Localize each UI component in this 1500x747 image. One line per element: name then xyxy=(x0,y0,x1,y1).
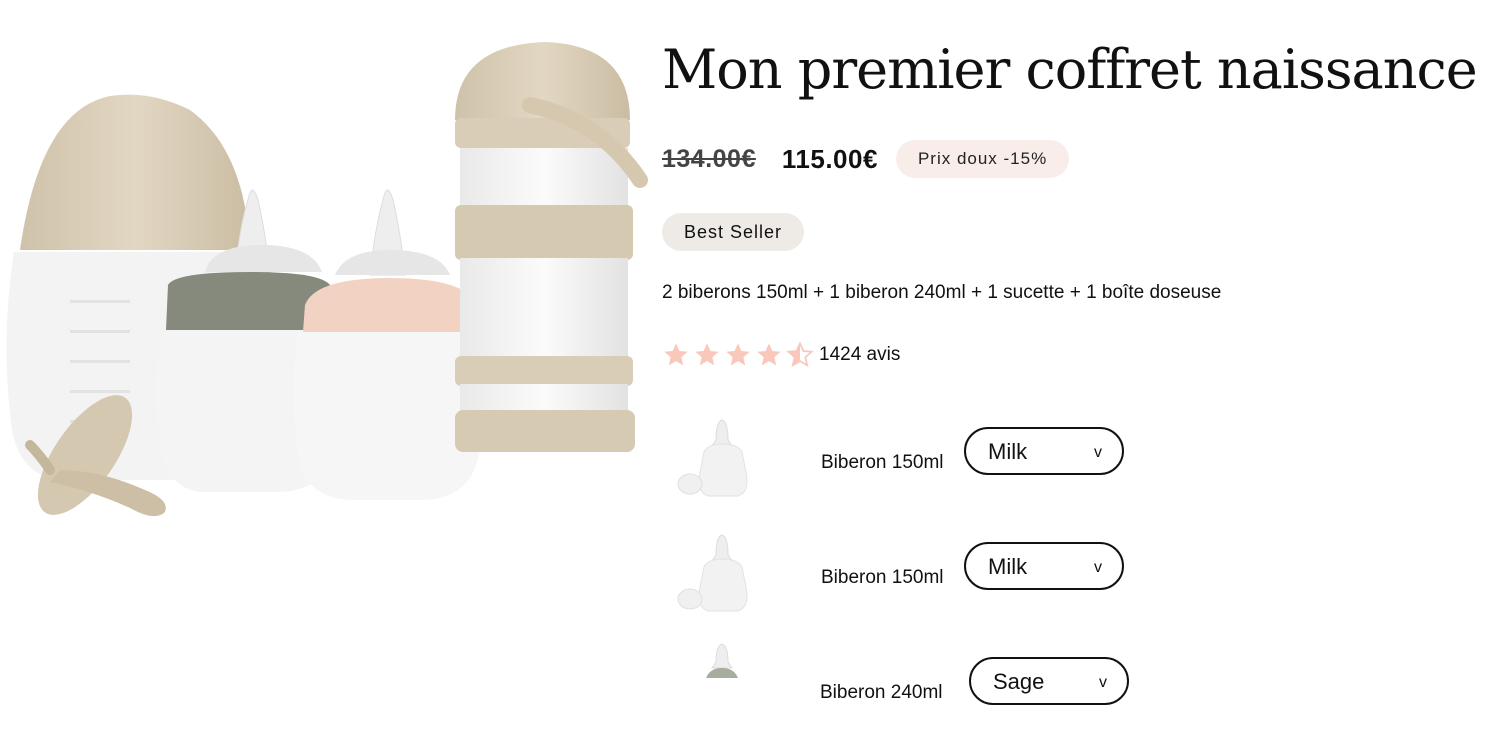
rating[interactable]: 1424 avis xyxy=(662,340,900,370)
formula-dispenser-sand xyxy=(455,42,648,452)
variant-label: Biberon 150ml xyxy=(821,452,944,473)
best-seller-badge: Best Seller xyxy=(662,213,805,251)
color-select[interactable]: Sage v xyxy=(969,657,1129,705)
bottle-thumbnail-icon xyxy=(672,527,772,627)
bottle-thumbnail-icon xyxy=(672,412,772,512)
variant-row: Biberon 150ml Milk v xyxy=(662,412,1222,512)
old-price: 134.00€ xyxy=(662,144,756,173)
discount-badge: Prix doux -15% xyxy=(895,140,1070,178)
color-select[interactable]: Milk v xyxy=(964,542,1124,590)
reviews-count-link[interactable]: 1424 avis xyxy=(819,344,900,366)
variant-label: Biberon 240ml xyxy=(820,682,943,703)
baby-bottle-set-illustration xyxy=(6,42,648,517)
select-value: Sage xyxy=(993,669,1045,694)
variant-row: Biberon 240ml Sage v xyxy=(662,642,1222,742)
chevron-down-icon: v xyxy=(1099,674,1107,691)
chevron-down-icon: v xyxy=(1094,559,1102,576)
variant-row: Biberon 150ml Milk v xyxy=(662,527,1222,627)
color-select[interactable]: Milk v xyxy=(964,427,1124,475)
product-image[interactable] xyxy=(0,0,650,683)
select-value: Milk xyxy=(988,439,1028,464)
rating-stars xyxy=(662,341,817,369)
chevron-down-icon: v xyxy=(1094,444,1102,461)
product-title: Mon premier coffret naissance xyxy=(662,38,1478,101)
bottle-thumbnail-icon xyxy=(672,642,772,742)
product-info-panel: Mon premier coffret naissance 134.00€ 11… xyxy=(662,0,1500,705)
star-icon xyxy=(662,341,692,369)
star-half-icon xyxy=(786,341,816,369)
star-icon xyxy=(755,341,785,369)
variant-label: Biberon 150ml xyxy=(821,567,944,588)
sale-price: 115.00€ xyxy=(781,143,878,174)
price-row: 134.00€ 115.00€ Prix doux -15% xyxy=(662,140,1070,178)
select-value: Milk xyxy=(988,554,1028,579)
star-icon xyxy=(693,341,723,369)
product-description: 2 biberons 150ml + 1 biberon 240ml + 1 s… xyxy=(662,282,1222,303)
star-icon xyxy=(724,341,754,369)
